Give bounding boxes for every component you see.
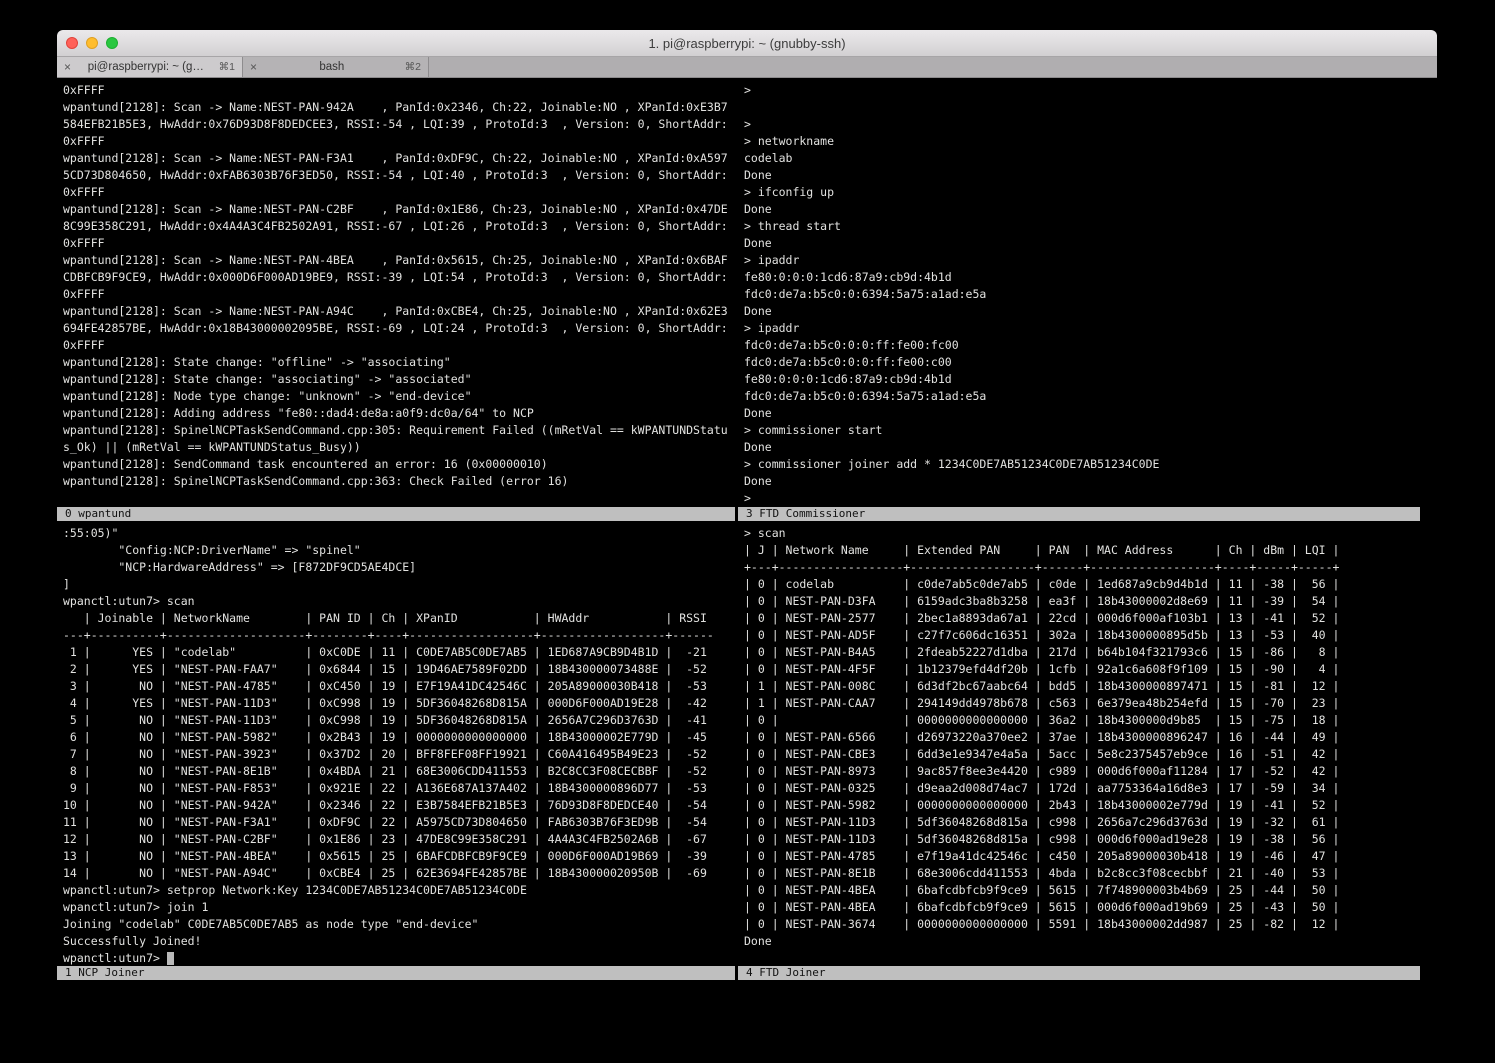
shell-prompt: wpanctl:utun7>: [63, 951, 167, 965]
tmux-session: 0xFFFF wpantund[2128]: Scan -> Name:NEST…: [57, 78, 1437, 980]
pane-title: 3 FTD Commissioner: [746, 507, 865, 520]
tab-shortcut: ⌘1: [219, 61, 235, 73]
close-window-button[interactable]: [66, 37, 78, 49]
ftd-commissioner-output: > > > networkname codelab Done > ifconfi…: [744, 82, 1420, 507]
window-titlebar[interactable]: 1. pi@raspberrypi: ~ (gnubby-ssh): [57, 30, 1437, 57]
ncp-joiner-output: :55:05)" "Config:NCP:DriverName" => "spi…: [63, 525, 735, 950]
ftd-joiner-output: > scan | J | Network Name | Extended PAN…: [744, 525, 1420, 950]
pane-ftd-joiner[interactable]: > scan | J | Network Name | Extended PAN…: [738, 521, 1420, 980]
close-tab-icon[interactable]: ×: [64, 57, 73, 78]
close-tab-icon[interactable]: ×: [250, 57, 259, 78]
tab-bash[interactable]: × bash ⌘2: [243, 57, 429, 77]
text-cursor: [167, 952, 174, 965]
window-title: 1. pi@raspberrypi: ~ (gnubby-ssh): [648, 36, 845, 51]
pane-status-wpantund[interactable]: 0 wpantund: [57, 507, 735, 521]
pane-title: 1 NCP Joiner: [65, 966, 144, 979]
pane-ncp-joiner[interactable]: :55:05)" "Config:NCP:DriverName" => "spi…: [57, 521, 735, 980]
tmux-right-column: > > > networkname codelab Done > ifconfi…: [738, 78, 1420, 980]
tab-bar-filler: [429, 57, 1437, 77]
terminal-window: 1. pi@raspberrypi: ~ (gnubby-ssh) × pi@r…: [57, 30, 1437, 980]
pane-title: 4 FTD Joiner: [746, 966, 825, 979]
command-line[interactable]: wpanctl:utun7>: [63, 950, 735, 966]
tab-label: bash: [264, 61, 400, 73]
tab-label: pi@raspberrypi: ~ (g…: [78, 61, 214, 73]
zoom-window-button[interactable]: [106, 37, 118, 49]
pane-title: 0 wpantund: [65, 507, 131, 520]
pane-wpantund[interactable]: 0xFFFF wpantund[2128]: Scan -> Name:NEST…: [57, 78, 735, 521]
pane-status-ftd-joiner[interactable]: 4 FTD Joiner: [738, 966, 1420, 980]
tab-shortcut: ⌘2: [405, 61, 421, 73]
pane-status-ncp-joiner[interactable]: 1 NCP Joiner: [57, 966, 735, 980]
wpantund-log-output: 0xFFFF wpantund[2128]: Scan -> Name:NEST…: [63, 82, 735, 490]
pane-status-ftd-commissioner[interactable]: 3 FTD Commissioner: [738, 507, 1420, 521]
tmux-left-column: 0xFFFF wpantund[2128]: Scan -> Name:NEST…: [57, 78, 735, 980]
minimize-window-button[interactable]: [86, 37, 98, 49]
pane-ftd-commissioner[interactable]: > > > networkname codelab Done > ifconfi…: [738, 78, 1420, 521]
tab-bar: × pi@raspberrypi: ~ (g… ⌘1 × bash ⌘2: [57, 57, 1437, 78]
traffic-lights: [66, 37, 118, 49]
scrollbar-gutter: [1420, 78, 1437, 980]
tab-ssh-session[interactable]: × pi@raspberrypi: ~ (g… ⌘1: [57, 57, 243, 77]
